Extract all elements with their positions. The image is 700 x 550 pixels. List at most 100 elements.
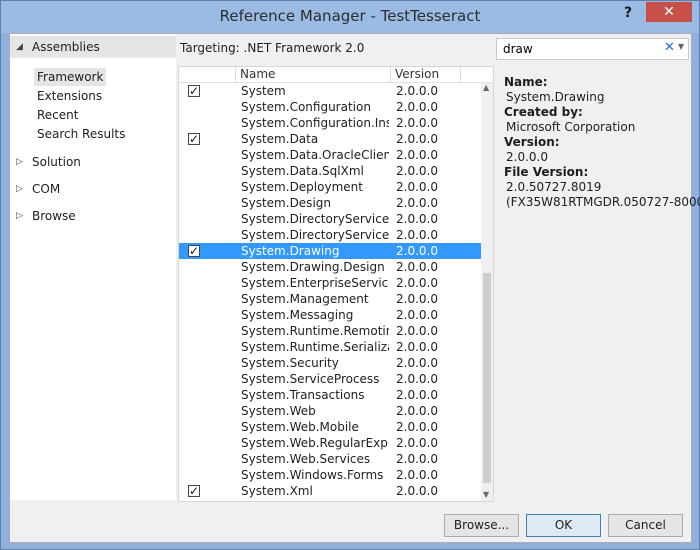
ok-button[interactable]: OK (526, 514, 601, 537)
detail-file-version-build: (FX35W81RTMGDR.050727-8000) (506, 195, 700, 209)
assembly-name: System (241, 84, 286, 98)
nav-item-recent[interactable]: Recent (34, 106, 81, 124)
assembly-version: 2.0.0.0 (396, 164, 438, 178)
clear-search-icon[interactable]: ✕ (664, 40, 675, 55)
reference-manager-window: Reference Manager - TestTesseract ? ✕ ◢ … (0, 0, 700, 550)
assembly-name: System.Drawing (241, 244, 340, 258)
table-row[interactable]: System.Runtime.Serializat... 2.0.0.0 (179, 339, 481, 355)
assembly-name: System.DirectoryServices.... (241, 228, 389, 242)
table-row[interactable]: System.Transactions 2.0.0.0 (179, 387, 481, 403)
checkbox-checked-icon[interactable]: ✓ (188, 245, 200, 257)
table-row[interactable]: System.DirectoryServices.... 2.0.0.0 (179, 227, 481, 243)
collapsed-arrow-icon: ▷ (16, 157, 23, 167)
targeting-label: Targeting: .NET Framework 2.0 (180, 41, 365, 55)
assembly-version: 2.0.0.0 (396, 356, 438, 370)
table-row[interactable]: System.DirectoryServices 2.0.0.0 (179, 211, 481, 227)
table-row[interactable]: System.Configuration.Ins... 2.0.0.0 (179, 115, 481, 131)
assembly-version: 2.0.0.0 (396, 372, 438, 386)
assembly-name: System.Data.SqlXml (241, 164, 364, 178)
assembly-name: System.DirectoryServices (241, 212, 389, 226)
table-row[interactable]: System.Management 2.0.0.0 (179, 291, 481, 307)
scroll-thumb[interactable] (483, 273, 491, 483)
table-row[interactable]: ✓ System.Xml 2.0.0.0 (179, 483, 481, 499)
table-row[interactable]: System.Drawing.Design 2.0.0.0 (179, 259, 481, 275)
assembly-version: 2.0.0.0 (396, 308, 438, 322)
table-row[interactable]: ✓ System 2.0.0.0 (179, 83, 481, 99)
assembly-name: System.Windows.Forms (241, 468, 384, 482)
window-title: Reference Manager - TestTesseract (219, 7, 481, 25)
assembly-version: 2.0.0.0 (396, 84, 438, 98)
vertical-scrollbar[interactable]: ▲ ▼ (481, 83, 493, 501)
assembly-version: 2.0.0.0 (396, 420, 438, 434)
column-header-name[interactable]: Name (235, 67, 390, 83)
nav-item-extensions[interactable]: Extensions (34, 87, 105, 105)
assembly-name: System.Design (241, 196, 331, 210)
assembly-version: 2.0.0.0 (396, 196, 438, 210)
table-row[interactable]: ✓ System.Data 2.0.0.0 (179, 131, 481, 147)
table-row[interactable]: System.Security 2.0.0.0 (179, 355, 481, 371)
assembly-version: 2.0.0.0 (396, 260, 438, 274)
assembly-version: 2.0.0.0 (396, 212, 438, 226)
assembly-version: 2.0.0.0 (396, 404, 438, 418)
detail-version-value: 2.0.0.0 (506, 150, 548, 164)
nav-section-solution[interactable]: ▷ Solution (10, 151, 176, 173)
nav-section-assemblies[interactable]: ◢ Assemblies (10, 36, 176, 58)
assembly-version: 2.0.0.0 (396, 100, 438, 114)
table-row[interactable]: System.Runtime.Remoting 2.0.0.0 (179, 323, 481, 339)
table-row[interactable]: System.Messaging 2.0.0.0 (179, 307, 481, 323)
assembly-version: 2.0.0.0 (396, 388, 438, 402)
nav-section-browse[interactable]: ▷ Browse (10, 205, 176, 227)
assembly-version: 2.0.0.0 (396, 436, 438, 450)
column-header-check (179, 67, 235, 83)
column-header-filler (460, 67, 493, 83)
assembly-name: System.Drawing.Design (241, 260, 385, 274)
nav-section-label: Assemblies (32, 40, 100, 54)
search-box[interactable]: ✕ ▼ (496, 38, 689, 60)
detail-name-label: Name: (504, 75, 548, 89)
checkbox-checked-icon[interactable]: ✓ (188, 133, 200, 145)
assembly-name: System.Web (241, 404, 316, 418)
nav-item-search-results[interactable]: Search Results (34, 125, 128, 143)
assembly-name: System.Runtime.Serializat... (241, 340, 389, 354)
search-dropdown-icon[interactable]: ▼ (678, 42, 684, 51)
table-row[interactable]: System.Windows.Forms 2.0.0.0 (179, 467, 481, 483)
expanded-arrow-icon: ◢ (16, 42, 23, 52)
assembly-list: Name Version ✓ System 2.0.0.0 System.Config… (178, 66, 494, 502)
help-button[interactable]: ? (617, 5, 639, 25)
table-row[interactable]: System.Web.RegularExpr... 2.0.0.0 (179, 435, 481, 451)
table-row[interactable]: System.ServiceProcess 2.0.0.0 (179, 371, 481, 387)
table-row[interactable]: System.Configuration 2.0.0.0 (179, 99, 481, 115)
table-row[interactable]: System.Web.Mobile 2.0.0.0 (179, 419, 481, 435)
table-row[interactable]: System.EnterpriseServices 2.0.0.0 (179, 275, 481, 291)
assembly-name: System.Data.OracleClient (241, 148, 389, 162)
scroll-down-icon[interactable]: ▼ (483, 490, 489, 499)
column-header-version[interactable]: Version (390, 67, 460, 83)
assembly-version: 2.0.0.0 (396, 484, 438, 498)
table-row[interactable]: ✓ System.Drawing 2.0.0.0 (179, 243, 481, 259)
table-row[interactable]: System.Web.Services 2.0.0.0 (179, 451, 481, 467)
browse-button[interactable]: Browse... (444, 514, 519, 537)
checkbox-checked-icon[interactable]: ✓ (188, 485, 200, 497)
assembly-name: System.Web.Mobile (241, 420, 359, 434)
nav-item-framework[interactable]: Framework (34, 68, 107, 86)
assembly-name: System.Security (241, 356, 339, 370)
nav-section-com[interactable]: ▷ COM (10, 178, 176, 200)
table-row[interactable]: System.Data.OracleClient 2.0.0.0 (179, 147, 481, 163)
table-row[interactable]: System.Data.SqlXml 2.0.0.0 (179, 163, 481, 179)
list-rows: ✓ System 2.0.0.0 System.Configuration 2.0.0.… (179, 83, 481, 501)
scroll-up-icon[interactable]: ▲ (483, 83, 489, 92)
close-button[interactable]: ✕ (646, 2, 692, 22)
details-pane: Name: System.Drawing Created by: Microso… (496, 66, 700, 502)
cancel-button[interactable]: Cancel (608, 514, 683, 537)
title-bar[interactable]: Reference Manager - TestTesseract ? ✕ (1, 1, 699, 33)
table-row[interactable]: System.Web 2.0.0.0 (179, 403, 481, 419)
collapsed-arrow-icon: ▷ (16, 184, 23, 194)
table-row[interactable]: System.Deployment 2.0.0.0 (179, 179, 481, 195)
search-input[interactable] (503, 41, 653, 57)
checkbox-checked-icon[interactable]: ✓ (188, 85, 200, 97)
assembly-version: 2.0.0.0 (396, 340, 438, 354)
assembly-version: 2.0.0.0 (396, 324, 438, 338)
detail-name-value: System.Drawing (506, 90, 605, 104)
table-row[interactable]: System.Design 2.0.0.0 (179, 195, 481, 211)
assembly-name: System.Configuration (241, 100, 371, 114)
